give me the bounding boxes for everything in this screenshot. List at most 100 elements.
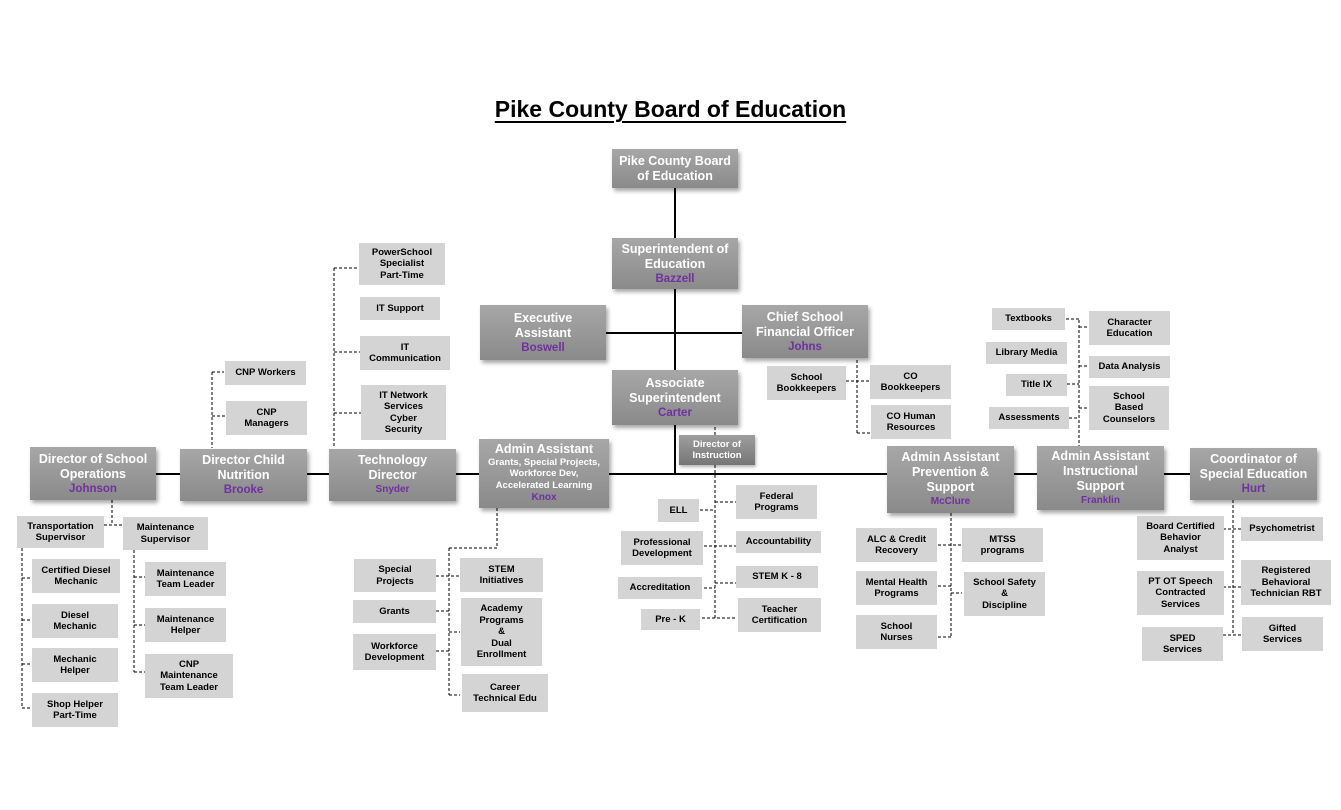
box-line: School (790, 371, 823, 383)
box-line: Transportation (27, 520, 94, 532)
box-line: Specialist (379, 258, 425, 270)
box-line: Cyber (390, 412, 417, 424)
box-line: Development (364, 652, 425, 663)
box-line: Board Certified (1146, 520, 1215, 532)
box-line: Nutrition (217, 468, 270, 482)
box-line: Resources (886, 422, 936, 433)
stem-k-8-box: STEM K - 8 (736, 566, 818, 588)
grants-box: Grants (353, 600, 436, 623)
gifted-services-box: Gifted Services (1242, 617, 1323, 651)
box-line: & (1001, 588, 1008, 600)
box-line: Special Education (1199, 467, 1308, 481)
box-line: STEM (488, 563, 515, 575)
box-line: Security (384, 424, 423, 435)
box-line: Part-Time (53, 710, 97, 721)
box-line: STEM K - 8 (752, 571, 802, 583)
box-line: Textbooks (1005, 313, 1052, 325)
box-line: Professional (633, 536, 691, 548)
co-bookkeepers-box: CO Bookkeepers (870, 365, 951, 399)
school-nurses-box: School Nurses (856, 615, 937, 649)
box-line: Admin Assistant (901, 450, 1000, 464)
box-line: School (1113, 390, 1145, 402)
box-line: Chief School (766, 309, 844, 324)
box-line: Contracted (1155, 587, 1206, 599)
box-line: Mental Health (865, 576, 928, 588)
cnp-workers-box: CNP Workers (225, 361, 306, 385)
person-name: McClure (930, 496, 971, 507)
person-name: Johnson (69, 482, 117, 495)
box-line: Maintenance (156, 567, 215, 579)
character-education-box: Character Education (1089, 311, 1170, 345)
box-line: Title IX (1021, 379, 1052, 391)
data-analysis-box: Data Analysis (1089, 356, 1170, 378)
certified-diesel-mechanic-box: Certified Diesel Mechanic (32, 559, 120, 593)
box-line: Mechanic (53, 653, 97, 665)
box-line: Technician RBT (1250, 588, 1322, 600)
box-line: Executive (513, 310, 573, 325)
textbooks-box: Textbooks (992, 308, 1065, 330)
director-of-instruction-box: Director of Instruction (679, 435, 755, 465)
box-line: Grants (379, 605, 410, 617)
board-box: Pike County Board of Education (612, 149, 738, 188)
box-line: Mechanic (54, 576, 98, 587)
box-line: programs (980, 545, 1025, 556)
box-line: CO Human (886, 410, 936, 422)
box-line: Managers (244, 418, 289, 429)
box-line: Instruction (692, 450, 742, 461)
box-line: Supervisor (35, 532, 86, 543)
registered-behavioral-technician-box: Registered Behavioral Technician RBT (1241, 560, 1331, 605)
box-line: IT Support (376, 302, 424, 314)
box-line: Team Leader (160, 681, 218, 693)
box-line: Instructional (1062, 463, 1138, 478)
box-line: PT OT Speech (1148, 575, 1213, 587)
psychometrist-box: Psychometrist (1241, 517, 1323, 541)
school-based-counselors-box: School Based Counselors (1089, 386, 1169, 430)
box-line: Part-Time (380, 269, 424, 281)
box-line: CNP (256, 406, 277, 418)
box-line: IT (400, 341, 410, 353)
ell-box: ELL (658, 499, 699, 522)
box-line: Helper (170, 625, 201, 636)
powerschool-specialist-box: PowerSchool Specialist Part-Time (359, 243, 445, 285)
box-line: Analyst (1163, 543, 1198, 555)
technology-director-box: Technology Director Snyder (329, 449, 456, 501)
box-line: Assistant (514, 325, 572, 340)
box-line: Development (632, 548, 692, 559)
person-name: Franklin (1081, 494, 1120, 506)
box-line: Admin Assistant (494, 441, 594, 456)
box-line: Education (644, 256, 706, 271)
stem-initiatives-box: STEM Initiatives (460, 558, 543, 592)
box-line: Coordinator of (1210, 452, 1297, 466)
box-line: Superintendent (629, 390, 721, 405)
box-line: Based (1114, 402, 1144, 414)
box-line: Director Child (202, 453, 285, 467)
box-line: Support (926, 480, 975, 494)
box-line: ALC & Credit (866, 533, 927, 545)
maintenance-team-leader-box: Maintenance Team Leader (145, 562, 226, 596)
box-line: Dual (491, 637, 512, 649)
person-name: Johns (788, 340, 822, 353)
sped-services-box: SPED Services (1142, 627, 1223, 661)
box-line: Teacher (761, 603, 798, 615)
person-name: Bazzell (655, 272, 695, 285)
box-line: IT Network (379, 389, 428, 401)
federal-programs-box: Federal Programs (736, 485, 817, 519)
maintenance-supervisor-box: Maintenance Supervisor (123, 517, 208, 550)
cfo-box: Chief School Financial Officer Johns (742, 305, 868, 358)
box-line: Diesel (61, 609, 89, 621)
box-line: Certified Diesel (41, 564, 111, 576)
person-name: Hurt (1241, 483, 1266, 495)
box-subline: Workforce Dev, (509, 468, 579, 480)
teacher-certification-box: Teacher Certification (738, 598, 821, 632)
mtss-programs-box: MTSS programs (962, 528, 1043, 562)
box-line: Services (1262, 634, 1303, 645)
box-line: CO (903, 370, 918, 382)
accreditation-box: Accreditation (618, 577, 702, 599)
box-line: CNP (178, 658, 200, 670)
box-line: Programs (754, 502, 799, 513)
box-line: Operations (60, 466, 126, 481)
box-line: Character (1107, 316, 1152, 328)
box-line: Recovery (875, 545, 918, 556)
box-line: Pike County Board (619, 153, 731, 168)
pre-k-box: Pre - K (641, 609, 700, 630)
